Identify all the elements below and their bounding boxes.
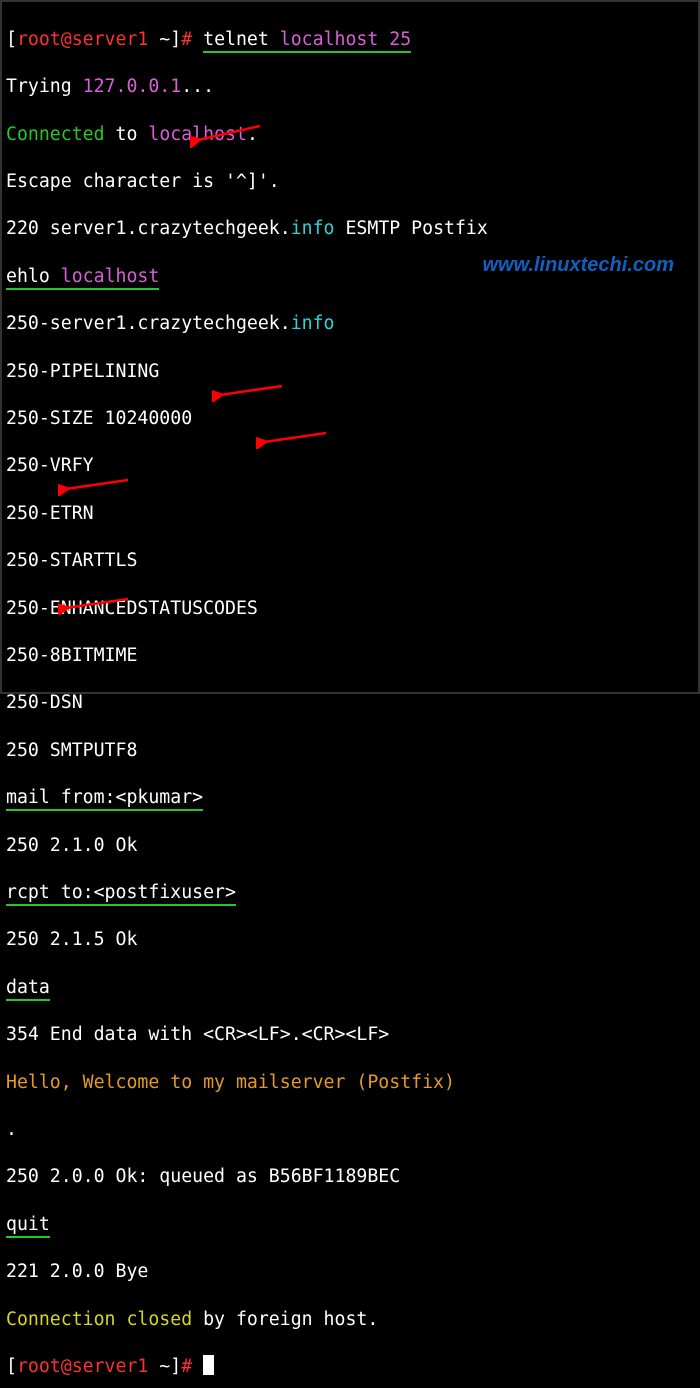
line-mailfrom: mail from:<pkumar> bbox=[6, 786, 694, 810]
terminal[interactable]: [root@server1 ~]# telnet localhost 25 Tr… bbox=[2, 2, 698, 1388]
line-250-etrn: 250-ETRN bbox=[6, 502, 694, 526]
line-250-dsn: 250-DSN bbox=[6, 691, 694, 715]
line-queued: 250 2.0.0 Ok: queued as B56BF1189BEC bbox=[6, 1165, 694, 1189]
line-250-pipe: 250-PIPELINING bbox=[6, 360, 694, 384]
line-quit: quit bbox=[6, 1213, 694, 1237]
cursor-block bbox=[203, 1355, 214, 1375]
line-250-vrfy: 250-VRFY bbox=[6, 454, 694, 478]
line-250-tls: 250-STARTTLS bbox=[6, 549, 694, 573]
cmd-host: localhost bbox=[280, 29, 379, 53]
line-closed: Connection closed by foreign host. bbox=[6, 1308, 694, 1332]
line-data: data bbox=[6, 976, 694, 1000]
line-250-esc: 250-ENHANCEDSTATUSCODES bbox=[6, 597, 694, 621]
line-trying: Trying 127.0.0.1... bbox=[6, 75, 694, 99]
line-connected: Connected to localhost. bbox=[6, 123, 694, 147]
line-bye: 221 2.0.0 Bye bbox=[6, 1260, 694, 1284]
line-banner: 220 server1.crazytechgeek.info ESMTP Pos… bbox=[6, 217, 694, 241]
line-250-8bit: 250-8BITMIME bbox=[6, 644, 694, 668]
line-prompt-end: [root@server1 ~]# bbox=[6, 1355, 694, 1379]
line-ok-mailfrom: 250 2.1.0 Ok bbox=[6, 834, 694, 858]
line-escape: Escape character is '^]'. bbox=[6, 170, 694, 194]
line-hello: Hello, Welcome to my mailserver (Postfix… bbox=[6, 1071, 694, 1095]
cmd-telnet: telnet bbox=[203, 29, 269, 53]
line-250-utf8: 250 SMTPUTF8 bbox=[6, 739, 694, 763]
line-dot: . bbox=[6, 1118, 694, 1142]
line-1: [root@server1 ~]# telnet localhost 25 bbox=[6, 28, 694, 52]
line-rcptto: rcpt to:<postfixuser> bbox=[6, 881, 694, 905]
line-data-resp: 354 End data with <CR><LF>.<CR><LF> bbox=[6, 1023, 694, 1047]
cmd-port: 25 bbox=[389, 29, 411, 53]
line-ok-rcpt: 250 2.1.5 Ok bbox=[6, 928, 694, 952]
line-250-server: 250-server1.crazytechgeek.info bbox=[6, 312, 694, 336]
watermark: www.linuxtechi.com bbox=[482, 254, 674, 278]
line-250-size: 250-SIZE 10240000 bbox=[6, 407, 694, 431]
